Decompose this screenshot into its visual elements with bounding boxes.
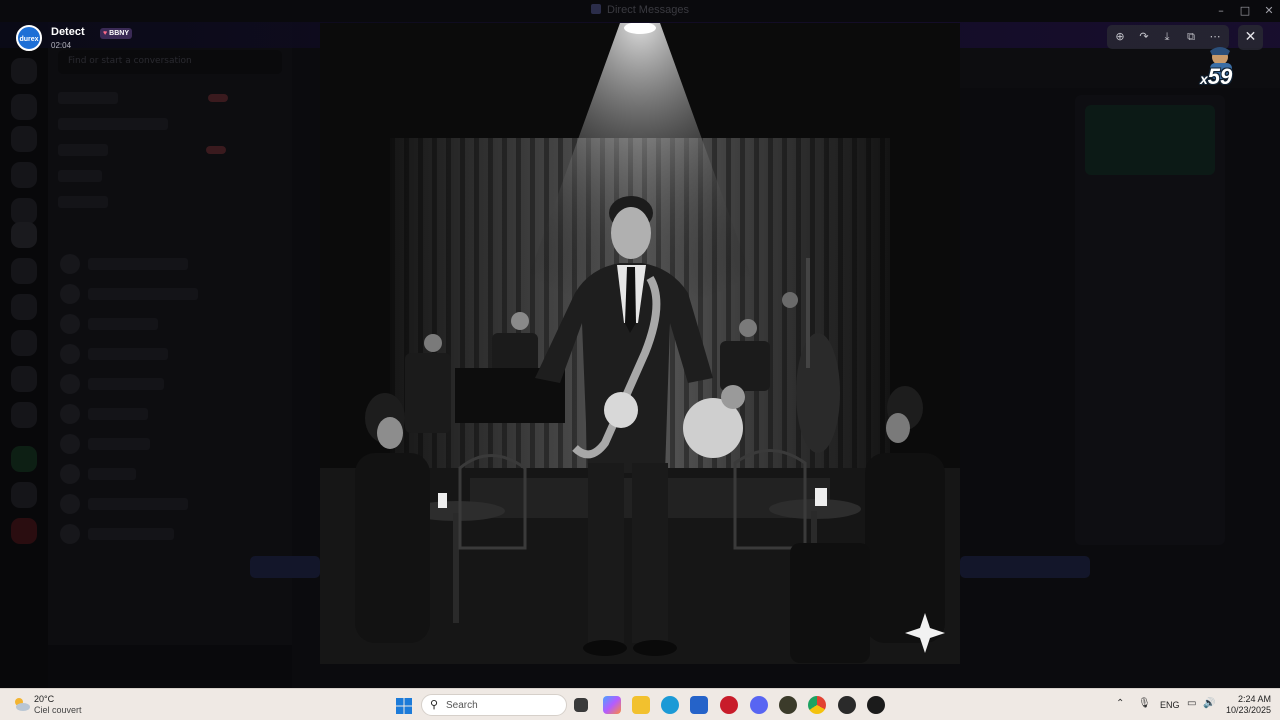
author-name[interactable]: Detect <box>51 26 85 38</box>
jazz-photo <box>320 23 960 664</box>
bg-avatar <box>60 404 80 424</box>
app-gold-icon[interactable] <box>779 696 797 714</box>
app-icon <box>591 4 602 14</box>
bg-avatar <box>60 344 80 364</box>
bg-row <box>88 258 188 270</box>
bg-avatar <box>60 374 80 394</box>
sticker-counter: x59 <box>1200 64 1232 90</box>
store-icon[interactable] <box>690 696 708 714</box>
forward-icon[interactable]: ↷ <box>1135 28 1153 46</box>
bg-row <box>58 196 108 208</box>
screen: Find or start a conversation Direct Mess… <box>0 0 1280 720</box>
bg-avatar <box>60 434 80 454</box>
task-view-icon[interactable] <box>574 698 588 712</box>
user-panel <box>48 645 292 688</box>
app-red-icon[interactable] <box>720 696 738 714</box>
download-icon[interactable]: ⤓ <box>1158 28 1176 46</box>
close-window-icon[interactable]: ✕ <box>1257 0 1280 22</box>
app-dark-icon[interactable] <box>838 696 856 714</box>
bg-row <box>58 144 108 156</box>
discord-icon[interactable] <box>750 696 768 714</box>
image-author[interactable]: durex Detect ♥ BBNY 02:04 <box>14 24 274 52</box>
guild-tag-text: BBNY <box>109 30 129 37</box>
viewed-image[interactable] <box>320 23 960 664</box>
zoom-in-icon[interactable]: ⊕ <box>1111 28 1129 46</box>
copilot-icon[interactable] <box>603 696 621 714</box>
media-player-icon[interactable] <box>867 696 885 714</box>
maximize-icon[interactable]: □ <box>1233 0 1257 22</box>
bg-row <box>88 438 150 450</box>
taskbar: 20°C Ciel couvert ⚲ Search ⌃ 🎙 ENG ▭ 🔊 2… <box>0 688 1280 720</box>
network-icon[interactable]: ▭ <box>1187 698 1196 709</box>
clock-date[interactable]: 10/23/2025 <box>1226 705 1271 715</box>
bg-row <box>88 498 188 510</box>
chevron-up-icon[interactable]: ⌃ <box>1116 698 1124 709</box>
open-external-icon[interactable]: ⧉ <box>1182 28 1200 46</box>
bg-button <box>250 556 320 578</box>
guild-tag: ♥ BBNY <box>100 28 132 39</box>
timestamp: 02:04 <box>51 41 72 50</box>
avatar[interactable]: durex <box>16 25 42 51</box>
bg-row <box>88 468 136 480</box>
cloud-icon[interactable] <box>11 695 31 713</box>
windows-start-icon[interactable] <box>396 698 412 714</box>
bg-avatar <box>60 284 80 304</box>
sticker-count: 59 <box>1207 64 1233 89</box>
more-icon[interactable]: ⋯ <box>1206 28 1224 46</box>
bg-row <box>88 348 168 360</box>
microphone-icon[interactable]: 🎙 <box>1138 698 1151 709</box>
bg-row <box>58 170 102 182</box>
taskbar-search-input[interactable]: ⚲ Search <box>421 694 567 716</box>
server-rail <box>0 22 48 688</box>
file-explorer-icon[interactable] <box>632 696 650 714</box>
bg-button <box>960 556 1090 578</box>
clock-time[interactable]: 2:24 AM <box>1238 694 1271 704</box>
sticker-prefix: x <box>1200 71 1208 87</box>
edge-icon[interactable] <box>661 696 679 714</box>
profile-banner <box>1085 105 1215 175</box>
bg-badge <box>206 146 226 154</box>
bg-row <box>58 118 168 130</box>
window-title-text: Direct Messages <box>607 4 689 16</box>
bg-row <box>88 378 164 390</box>
weather-condition[interactable]: Ciel couvert <box>34 705 82 715</box>
bg-row <box>58 92 118 104</box>
volume-icon[interactable]: 🔊 <box>1203 698 1215 709</box>
window-titlebar: Direct Messages – □ ✕ <box>0 0 1280 22</box>
search-placeholder: Search <box>446 700 478 711</box>
bg-row <box>88 408 148 420</box>
bg-avatar <box>60 464 80 484</box>
bg-avatar <box>60 524 80 544</box>
window-title: Direct Messages <box>0 4 1280 16</box>
bg-badge <box>208 94 228 102</box>
bg-row <box>88 288 198 300</box>
bg-avatar <box>60 314 80 334</box>
heart-icon: ♥ <box>103 30 108 37</box>
bg-avatar <box>60 254 80 274</box>
minimize-icon[interactable]: – <box>1209 0 1233 22</box>
chrome-icon[interactable] <box>808 696 826 714</box>
bg-avatar <box>60 494 80 514</box>
background-search: Find or start a conversation <box>58 50 282 74</box>
search-icon: ⚲ <box>430 698 439 711</box>
language-indicator[interactable]: ENG <box>1160 700 1180 710</box>
weather-temperature[interactable]: 20°C <box>34 694 54 704</box>
bg-row <box>88 318 158 330</box>
bg-row <box>88 528 174 540</box>
